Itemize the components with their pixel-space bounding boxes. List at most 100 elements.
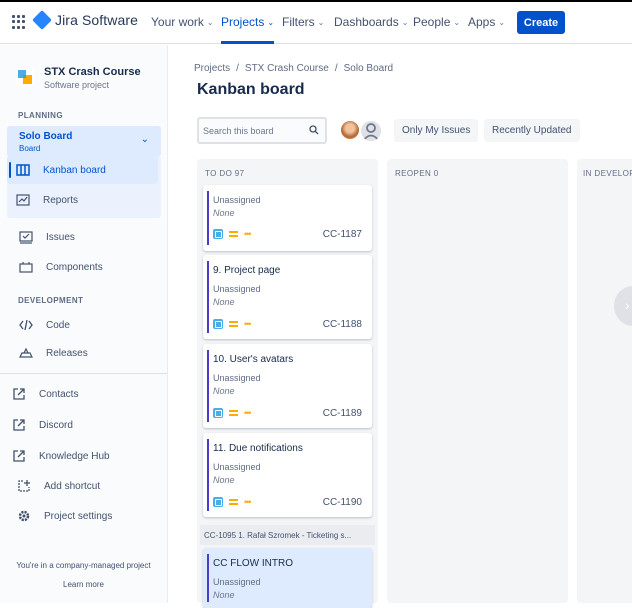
card-assignee: Unassigned bbox=[213, 462, 261, 472]
only-my-issues-filter[interactable]: Only My Issues bbox=[394, 119, 479, 142]
breadcrumb-project[interactable]: STX Crash Course bbox=[245, 63, 329, 74]
issue-key[interactable]: CC-1190 bbox=[323, 497, 362, 508]
page-title: Kanban board bbox=[197, 81, 305, 98]
sidebar-item-contacts[interactable]: Contacts bbox=[11, 380, 78, 408]
product-name: Jira Software bbox=[55, 12, 138, 28]
issue-card[interactable]: 10. User's avatars Unassigned None ••• C… bbox=[203, 344, 372, 428]
priority-medium-icon bbox=[229, 410, 238, 416]
board-icon bbox=[15, 162, 31, 178]
issue-key[interactable]: CC-1188 bbox=[323, 319, 362, 330]
sidebar-item-label: Releases bbox=[46, 347, 88, 359]
search-input[interactable]: Search this board bbox=[197, 117, 327, 144]
development-heading: DEVELOPMENT bbox=[18, 296, 84, 305]
epic-group-header[interactable]: CC-1095 1. Rafał Szromek - Ticketing s..… bbox=[200, 525, 375, 545]
sidebar-item-project-settings[interactable]: Project settings bbox=[16, 502, 112, 530]
issues-icon bbox=[18, 229, 34, 245]
nav-dashboards[interactable]: Dashboards ⌄ bbox=[334, 0, 408, 44]
column-header: REOPEN 0 bbox=[395, 169, 439, 178]
breadcrumb-separator: / bbox=[334, 63, 338, 74]
sidebar-item-reports[interactable]: Reports bbox=[15, 186, 78, 214]
sidebar-item-add-shortcut[interactable]: Add shortcut bbox=[16, 472, 100, 500]
nav-filters[interactable]: Filters ⌄ bbox=[282, 0, 324, 44]
chart-icon bbox=[15, 192, 31, 208]
card-none: None bbox=[213, 208, 235, 218]
card-title: 10. User's avatars bbox=[213, 354, 294, 365]
nav-apps[interactable]: Apps ⌄ bbox=[468, 0, 505, 44]
project-sidebar: STX Crash Course Software project PLANNI… bbox=[0, 45, 168, 603]
issue-card[interactable]: Unassigned None ••• CC-1187 bbox=[203, 185, 372, 251]
priority-medium-icon bbox=[229, 499, 238, 505]
nav-your-work[interactable]: Your work ⌄ bbox=[151, 0, 214, 44]
issue-key[interactable]: CC-1189 bbox=[323, 408, 362, 419]
card-title: 9. Project page bbox=[213, 265, 281, 276]
external-link-icon bbox=[11, 417, 27, 433]
create-button[interactable]: Create bbox=[517, 11, 565, 34]
card-title: CC FLOW INTRO bbox=[213, 558, 293, 569]
sidebar-item-kanban-board[interactable]: Kanban board bbox=[7, 156, 158, 184]
nav-people[interactable]: People ⌄ bbox=[413, 0, 460, 44]
learn-more-link[interactable]: Learn more bbox=[0, 580, 167, 589]
breadcrumb-board[interactable]: Solo Board bbox=[344, 63, 393, 74]
estimate-dots-icon: ••• bbox=[244, 229, 252, 239]
add-shortcut-icon bbox=[16, 478, 32, 494]
card-none: None bbox=[213, 590, 235, 600]
jira-logo[interactable]: Jira Software bbox=[32, 10, 138, 30]
chevron-down-icon: ⌄ bbox=[140, 134, 149, 145]
sidebar-item-label: Contacts bbox=[39, 388, 79, 400]
card-assignee: Unassigned bbox=[213, 284, 261, 294]
board-name: Solo Board bbox=[19, 131, 73, 142]
board-selector[interactable]: Solo Board Board ⌄ bbox=[7, 126, 161, 157]
card-icons: ••• bbox=[213, 319, 252, 329]
sidebar-item-issues[interactable]: Issues bbox=[18, 223, 75, 251]
breadcrumb-separator: / bbox=[236, 63, 239, 74]
issue-card[interactable]: 11. Due notifications Unassigned None ••… bbox=[203, 433, 372, 517]
sidebar-item-label: Knowledge Hub bbox=[39, 450, 110, 462]
app-switcher-icon[interactable] bbox=[12, 15, 26, 29]
sidebar-item-label: Add shortcut bbox=[44, 480, 101, 492]
chevron-down-icon: ⌄ bbox=[401, 17, 409, 27]
nav-people-label: People bbox=[413, 15, 451, 29]
top-navigation: Jira Software Your work ⌄ Projects ⌄ Filte… bbox=[0, 0, 632, 44]
card-title: 11. Due notifications bbox=[213, 443, 303, 454]
jira-logo-icon bbox=[32, 10, 52, 30]
sidebar-divider bbox=[0, 373, 167, 374]
person-icon bbox=[362, 123, 380, 141]
nav-filters-label: Filters bbox=[282, 15, 315, 29]
chevron-right-icon: › bbox=[625, 297, 630, 313]
column-header: IN DEVELOP bbox=[583, 169, 632, 178]
nav-projects-label: Projects bbox=[221, 15, 265, 29]
sidebar-item-label: Issues bbox=[46, 231, 75, 243]
card-assignee: Unassigned bbox=[213, 195, 261, 205]
issue-card[interactable]: CC FLOW INTRO Unassigned None bbox=[203, 548, 372, 608]
avatar[interactable] bbox=[359, 119, 383, 143]
issue-key[interactable]: CC-1187 bbox=[323, 229, 362, 240]
chevron-down-icon: ⌄ bbox=[317, 17, 325, 27]
sidebar-item-discord[interactable]: Discord bbox=[11, 411, 73, 439]
nav-dashboards-label: Dashboards bbox=[334, 15, 399, 29]
sidebar-item-code[interactable]: Code bbox=[18, 311, 70, 339]
sidebar-item-knowledge-hub[interactable]: Knowledge Hub bbox=[11, 442, 110, 470]
nav-projects[interactable]: Projects ⌄ bbox=[221, 0, 275, 44]
sidebar-item-label: Code bbox=[46, 319, 70, 331]
sidebar-item-releases[interactable]: Releases bbox=[18, 339, 88, 367]
issue-card[interactable]: 9. Project page Unassigned None ••• CC-1… bbox=[203, 255, 372, 339]
priority-medium-icon bbox=[229, 231, 238, 237]
card-none: None bbox=[213, 386, 235, 396]
project-type-note: You're in a company-managed project bbox=[16, 561, 151, 570]
breadcrumb-projects[interactable]: Projects bbox=[194, 63, 230, 74]
sidebar-item-label: Reports bbox=[43, 194, 79, 206]
sidebar-item-components[interactable]: Components bbox=[18, 253, 103, 281]
story-icon bbox=[213, 408, 223, 418]
recently-updated-filter[interactable]: Recently Updated bbox=[484, 119, 580, 142]
code-icon bbox=[18, 317, 34, 333]
column-reopen: REOPEN 0 bbox=[387, 159, 568, 603]
chevron-down-icon: ⌄ bbox=[206, 17, 214, 27]
column-in-development: IN DEVELOP bbox=[577, 159, 632, 603]
avatar[interactable] bbox=[339, 119, 361, 141]
sidebar-item-label: Discord bbox=[39, 419, 73, 431]
releases-icon bbox=[18, 345, 34, 361]
estimate-dots-icon: ••• bbox=[244, 497, 252, 507]
search-icon bbox=[309, 125, 319, 135]
project-name: STX Crash Course bbox=[44, 66, 141, 78]
story-icon bbox=[213, 229, 223, 239]
